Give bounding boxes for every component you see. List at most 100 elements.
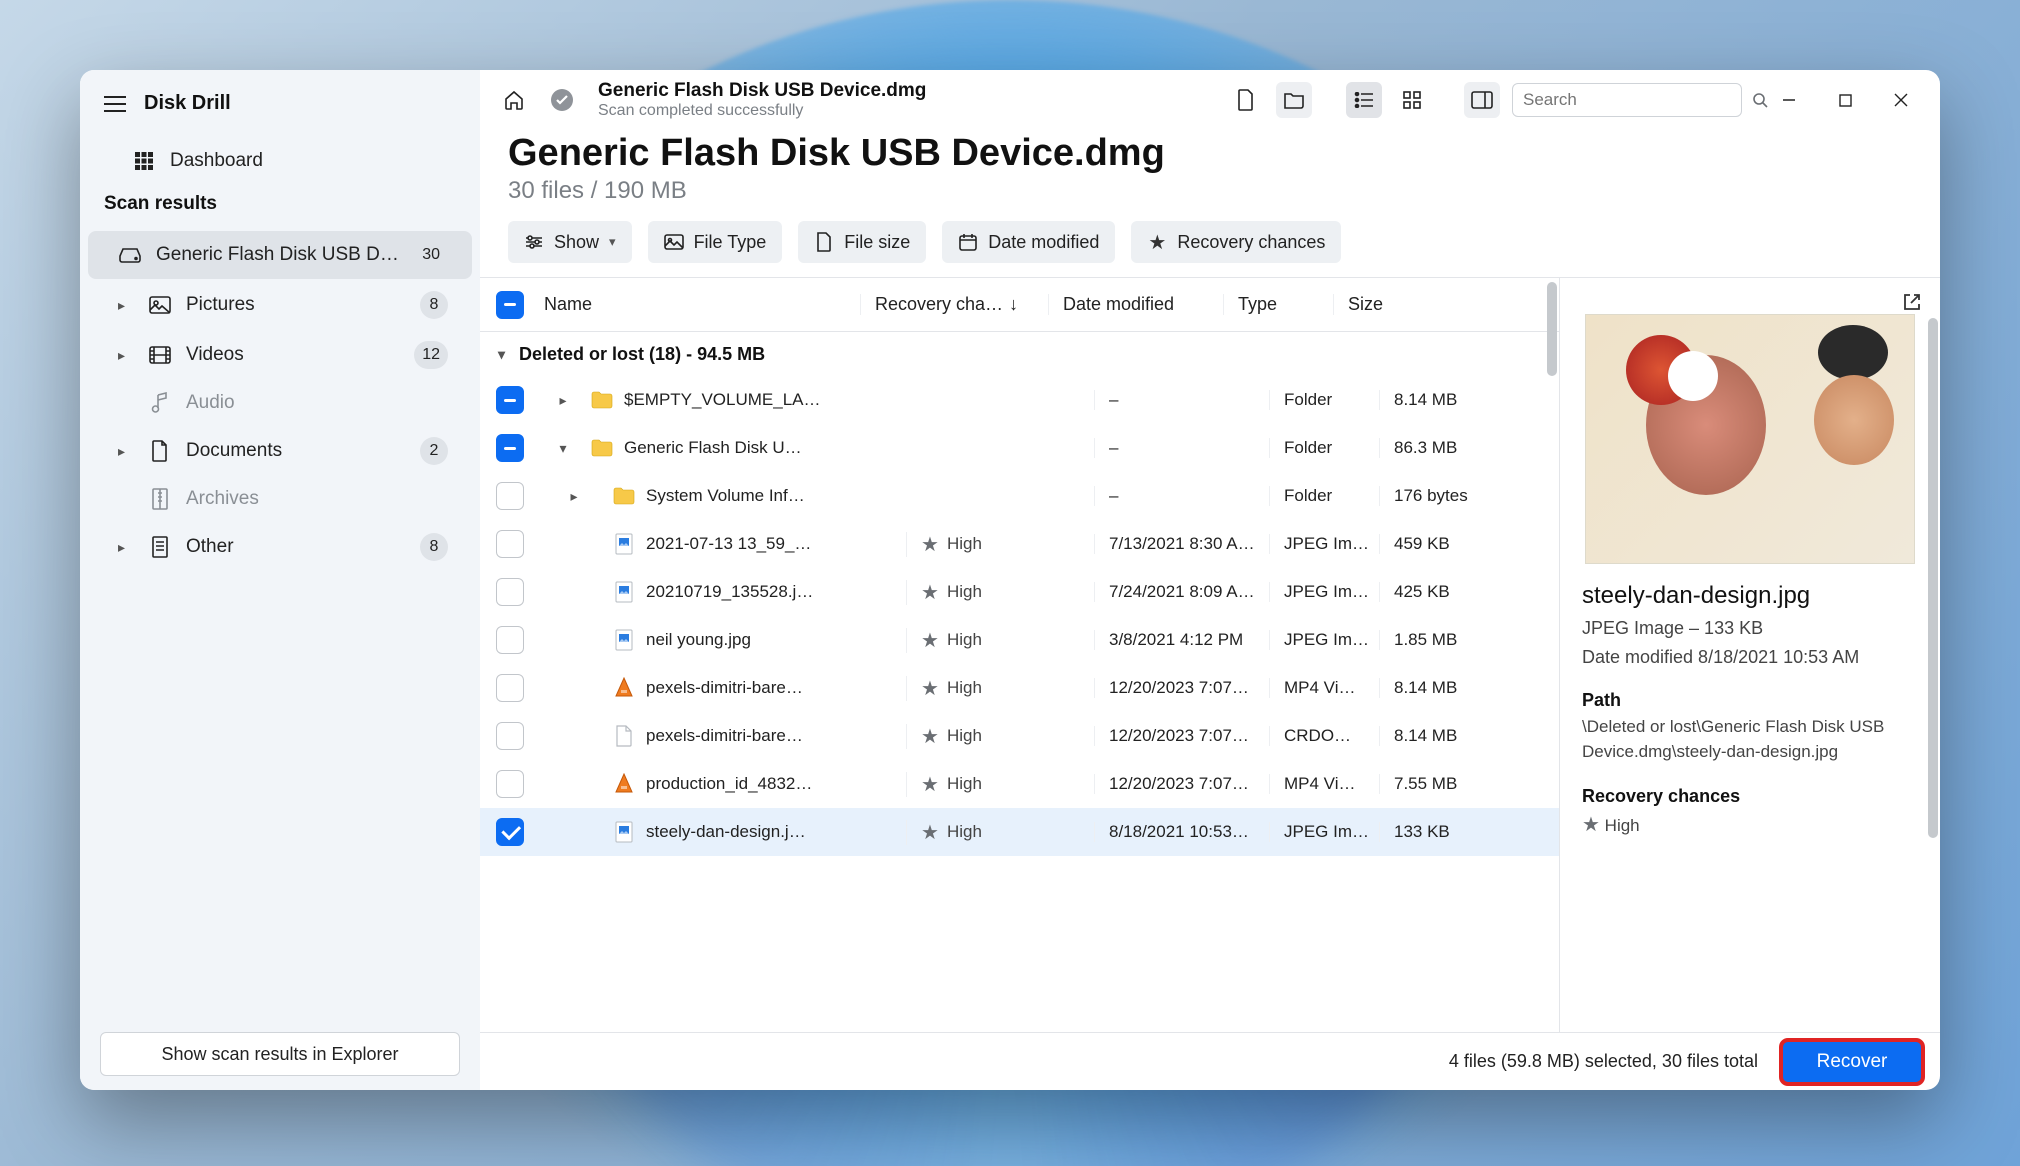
recovery-cell: ★High: [906, 772, 1094, 797]
table-header: Name Recovery cha…↓ Date modified Type S…: [480, 278, 1559, 332]
file-name: neil young.jpg: [646, 630, 751, 650]
table-row[interactable]: neil young.jpg★High3/8/2021 4:12 PMJPEG …: [480, 616, 1559, 664]
chevron-down-icon[interactable]: ▾: [498, 346, 505, 363]
recover-button[interactable]: Recover: [1782, 1041, 1922, 1083]
sidebar-item-audio[interactable]: Audio: [88, 381, 472, 425]
show-in-explorer-button[interactable]: Show scan results in Explorer: [100, 1032, 460, 1076]
row-checkbox[interactable]: [496, 434, 524, 462]
sidebar-item-count: 8: [420, 291, 448, 319]
row-checkbox[interactable]: [496, 578, 524, 606]
search-input[interactable]: [1512, 83, 1742, 117]
chevron-right-icon: ▸: [118, 443, 134, 460]
app-window: Disk Drill Dashboard Scan results Generi…: [80, 70, 1940, 1090]
filter-show[interactable]: Show ▾: [508, 221, 632, 263]
image-icon: [664, 232, 684, 252]
sidebar-item-other[interactable]: ▸ Other 8: [88, 523, 472, 571]
date-cell: 12/20/2023 7:07…: [1094, 726, 1269, 746]
group-label: Deleted or lost (18) - 94.5 MB: [519, 344, 765, 365]
breadcrumb-subtitle: Scan completed successfully: [598, 102, 926, 120]
sidebar-item-videos[interactable]: ▸ Videos 12: [88, 331, 472, 379]
col-recovery[interactable]: Recovery cha…↓: [860, 294, 1048, 315]
image-icon: [612, 628, 636, 652]
file-name: System Volume Inf…: [646, 486, 805, 506]
file-view-icon[interactable]: [1228, 82, 1264, 118]
maximize-button[interactable]: [1822, 83, 1868, 117]
home-icon[interactable]: [496, 82, 532, 118]
filter-file-type[interactable]: File Type: [648, 221, 783, 263]
col-size[interactable]: Size: [1333, 294, 1443, 315]
minimize-button[interactable]: [1766, 83, 1812, 117]
sidebar-item-label: Generic Flash Disk USB D…: [156, 244, 400, 266]
row-checkbox[interactable]: [496, 722, 524, 750]
chevron-down-icon[interactable]: ▾: [559, 440, 566, 457]
row-checkbox[interactable]: [496, 674, 524, 702]
table-row[interactable]: production_id_4832…★High12/20/2023 7:07……: [480, 760, 1559, 808]
filter-recovery-label: Recovery chances: [1177, 232, 1325, 253]
popout-icon[interactable]: [1898, 288, 1926, 316]
sidebar-item-archives[interactable]: Archives: [88, 477, 472, 521]
type-cell: CRDO…: [1269, 726, 1379, 746]
sidebar-item-documents[interactable]: ▸ Documents 2: [88, 427, 472, 475]
scrollbar[interactable]: [1547, 282, 1557, 376]
size-cell: 176 bytes: [1379, 486, 1489, 506]
filter-show-label: Show: [554, 232, 599, 253]
size-cell: 8.14 MB: [1379, 678, 1489, 698]
preview-scrollbar[interactable]: [1928, 318, 1938, 838]
sidebar-item-device[interactable]: Generic Flash Disk USB D… 30: [88, 231, 472, 279]
table-row[interactable]: pexels-dimitri-bare…★High12/20/2023 7:07…: [480, 712, 1559, 760]
doc-icon: [814, 232, 834, 252]
sidebar-item-dashboard[interactable]: Dashboard: [88, 139, 472, 183]
doc-icon: [148, 439, 172, 463]
list-view-icon[interactable]: [1346, 82, 1382, 118]
film-icon: [148, 343, 172, 367]
table-row[interactable]: ▾Generic Flash Disk U…–Folder86.3 MB: [480, 424, 1559, 472]
filter-file-size[interactable]: File size: [798, 221, 926, 263]
sort-down-icon: ↓: [1009, 294, 1018, 315]
preview-toggle-icon[interactable]: [1464, 82, 1500, 118]
image-icon: [612, 532, 636, 556]
page-subtitle: 30 files / 190 MB: [508, 177, 1912, 205]
row-checkbox[interactable]: [496, 530, 524, 558]
star-icon: ★: [921, 772, 939, 797]
recovery-cell: ★High: [906, 676, 1094, 701]
size-cell: 86.3 MB: [1379, 438, 1489, 458]
menu-icon[interactable]: [104, 96, 126, 112]
close-button[interactable]: [1878, 83, 1924, 117]
col-type[interactable]: Type: [1223, 294, 1333, 315]
row-checkbox[interactable]: [496, 626, 524, 654]
search-field[interactable]: [1523, 90, 1744, 110]
table-row[interactable]: 2021-07-13 13_59_…★High7/13/2021 8:30 A……: [480, 520, 1559, 568]
row-checkbox[interactable]: [496, 386, 524, 414]
table-row[interactable]: steely-dan-design.j…★High8/18/2021 10:53…: [480, 808, 1559, 856]
col-name[interactable]: Name: [540, 294, 860, 315]
sidebar-item-pictures[interactable]: ▸ Pictures 8: [88, 281, 472, 329]
grid-view-icon[interactable]: [1394, 82, 1430, 118]
recovery-cell: ★High: [906, 724, 1094, 749]
topbar: Generic Flash Disk USB Device.dmg Scan c…: [480, 70, 1940, 128]
group-row[interactable]: ▾ Deleted or lost (18) - 94.5 MB: [480, 332, 1559, 376]
date-cell: 12/20/2023 7:07…: [1094, 774, 1269, 794]
chevron-right-icon[interactable]: ▸: [570, 488, 577, 505]
folder-view-icon[interactable]: [1276, 82, 1312, 118]
table-row[interactable]: ▸$EMPTY_VOLUME_LA…–Folder8.14 MB: [480, 376, 1559, 424]
size-cell: 425 KB: [1379, 582, 1489, 602]
recovery-cell: ★High: [906, 532, 1094, 557]
preview-title: steely-dan-design.jpg: [1582, 582, 1918, 610]
image-icon: [612, 580, 636, 604]
folder-icon: [612, 484, 636, 508]
col-date[interactable]: Date modified: [1048, 294, 1223, 315]
row-checkbox[interactable]: [496, 482, 524, 510]
table-row[interactable]: pexels-dimitri-bare…★High12/20/2023 7:07…: [480, 664, 1559, 712]
row-checkbox[interactable]: [496, 770, 524, 798]
filter-recovery[interactable]: ★ Recovery chances: [1131, 221, 1341, 263]
table-row[interactable]: 20210719_135528.j…★High7/24/2021 8:09 A……: [480, 568, 1559, 616]
date-cell: 8/18/2021 10:53…: [1094, 822, 1269, 842]
row-checkbox[interactable]: [496, 818, 524, 846]
filter-date-modified[interactable]: Date modified: [942, 221, 1115, 263]
type-cell: Folder: [1269, 390, 1379, 410]
select-all-checkbox[interactable]: [496, 291, 524, 319]
image-icon: [612, 820, 636, 844]
archive-icon: [148, 487, 172, 511]
table-row[interactable]: ▸System Volume Inf…–Folder176 bytes: [480, 472, 1559, 520]
chevron-right-icon[interactable]: ▸: [559, 392, 566, 409]
